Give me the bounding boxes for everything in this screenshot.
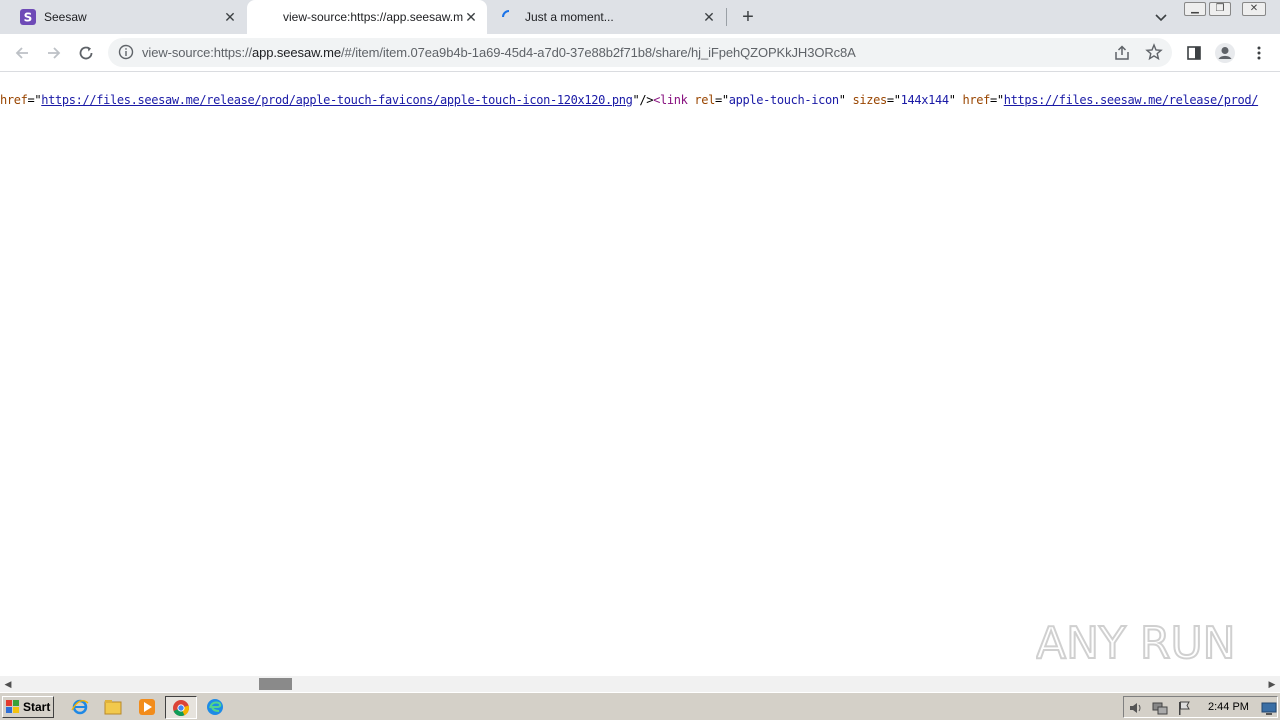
- attr-eq: =": [886, 93, 901, 107]
- url-prefix: view-source:https://: [142, 45, 252, 60]
- url-text: view-source:https://app.seesaw.me/#/item…: [142, 45, 856, 60]
- source-link[interactable]: https://files.seesaw.me/release/prod/app…: [41, 93, 633, 107]
- minimize-icon[interactable]: ▁: [1184, 2, 1206, 16]
- show-desktop-icon[interactable]: [1261, 700, 1277, 716]
- attr-name: href: [962, 93, 990, 107]
- attr-eq: =": [27, 93, 42, 107]
- scroll-left-icon[interactable]: ◀: [3, 679, 13, 689]
- url-path: /#/item/item.07ea9b4b-1a69-45d4-a7d0-37e…: [341, 45, 856, 60]
- attr-value: apple-touch-icon: [728, 93, 839, 107]
- tag-name: <link: [653, 93, 688, 107]
- arrow-left-icon[interactable]: [11, 42, 33, 64]
- restore-icon[interactable]: ❐: [1209, 2, 1231, 16]
- scroll-thumb[interactable]: [259, 678, 292, 690]
- windows-logo-icon: [6, 700, 20, 714]
- profile-icon[interactable]: [1214, 42, 1236, 64]
- star-icon[interactable]: [1145, 43, 1163, 61]
- attr-name: rel: [694, 93, 715, 107]
- chevron-down-icon[interactable]: [1152, 8, 1170, 26]
- svg-text:S: S: [24, 11, 33, 25]
- chrome-icon: [172, 699, 190, 717]
- tab-view-source[interactable]: view-source:https://app.seesaw.me ✕: [247, 0, 487, 34]
- attr-quote: ": [948, 93, 956, 107]
- tab-title: view-source:https://app.seesaw.me: [283, 10, 463, 24]
- flag-icon[interactable]: [1176, 700, 1192, 716]
- attr-value: 144x144: [900, 93, 949, 107]
- system-tray: 2:44 PM: [1123, 696, 1278, 718]
- source-view: href="https://files.seesaw.me/release/pr…: [0, 72, 1280, 676]
- attr-eq: =": [989, 93, 1004, 107]
- arrow-right-icon[interactable]: [43, 42, 65, 64]
- url-host: app.seesaw.me: [252, 45, 342, 60]
- scroll-right-icon[interactable]: ▶: [1267, 679, 1277, 689]
- tab-just-a-moment[interactable]: Just a moment... ✕: [487, 0, 725, 34]
- address-bar[interactable]: view-source:https://app.seesaw.me/#/item…: [108, 38, 1172, 67]
- start-label: Start: [23, 700, 51, 714]
- kebab-menu-icon[interactable]: [1248, 42, 1270, 64]
- close-icon[interactable]: ✕: [222, 9, 238, 25]
- tab-title: Just a moment...: [525, 10, 614, 24]
- speaker-icon[interactable]: [1128, 700, 1144, 716]
- attr-quote: ": [838, 93, 846, 107]
- seesaw-s-icon: S: [20, 9, 36, 25]
- edge-icon[interactable]: [206, 698, 224, 716]
- anyrun-watermark: ANY RUN: [1035, 606, 1237, 672]
- attr-name: href: [0, 93, 28, 107]
- tag-close: "/>: [632, 93, 654, 107]
- new-tab-button[interactable]: +: [738, 7, 758, 27]
- taskbar: Start 2:44 PM: [0, 692, 1280, 720]
- tab-strip: S Seesaw ✕ view-source:https://app.seesa…: [0, 0, 1280, 34]
- source-line: href="https://files.seesaw.me/release/pr…: [0, 93, 1258, 107]
- browser-toolbar: view-source:https://app.seesaw.me/#/item…: [0, 34, 1280, 72]
- info-icon[interactable]: [118, 44, 134, 60]
- reload-icon[interactable]: [75, 42, 97, 64]
- close-icon[interactable]: ✕: [463, 9, 479, 25]
- attr-name: sizes: [852, 93, 887, 107]
- share-icon[interactable]: [1113, 44, 1131, 62]
- source-link[interactable]: https://files.seesaw.me/release/prod/: [1004, 93, 1259, 107]
- attr-eq: =": [714, 93, 729, 107]
- close-window-icon[interactable]: ✕: [1242, 2, 1266, 16]
- watermark-text: ANY RUN: [1036, 618, 1236, 669]
- file-explorer-icon[interactable]: [104, 698, 122, 716]
- loading-spinner-icon: [501, 9, 517, 25]
- side-panel-icon[interactable]: [1183, 42, 1205, 64]
- start-button[interactable]: Start: [2, 696, 54, 718]
- network-icon[interactable]: [1152, 700, 1168, 716]
- taskbar-chrome-active[interactable]: [165, 696, 197, 719]
- tab-separator: [726, 8, 727, 26]
- horizontal-scrollbar[interactable]: ◀ ▶: [0, 676, 1280, 692]
- close-icon[interactable]: ✕: [701, 9, 717, 25]
- tab-title: Seesaw: [44, 10, 87, 24]
- media-player-icon[interactable]: [138, 698, 156, 716]
- tab-seesaw[interactable]: S Seesaw ✕: [0, 0, 246, 34]
- clock: 2:44 PM: [1208, 701, 1249, 713]
- internet-explorer-icon[interactable]: [71, 698, 89, 716]
